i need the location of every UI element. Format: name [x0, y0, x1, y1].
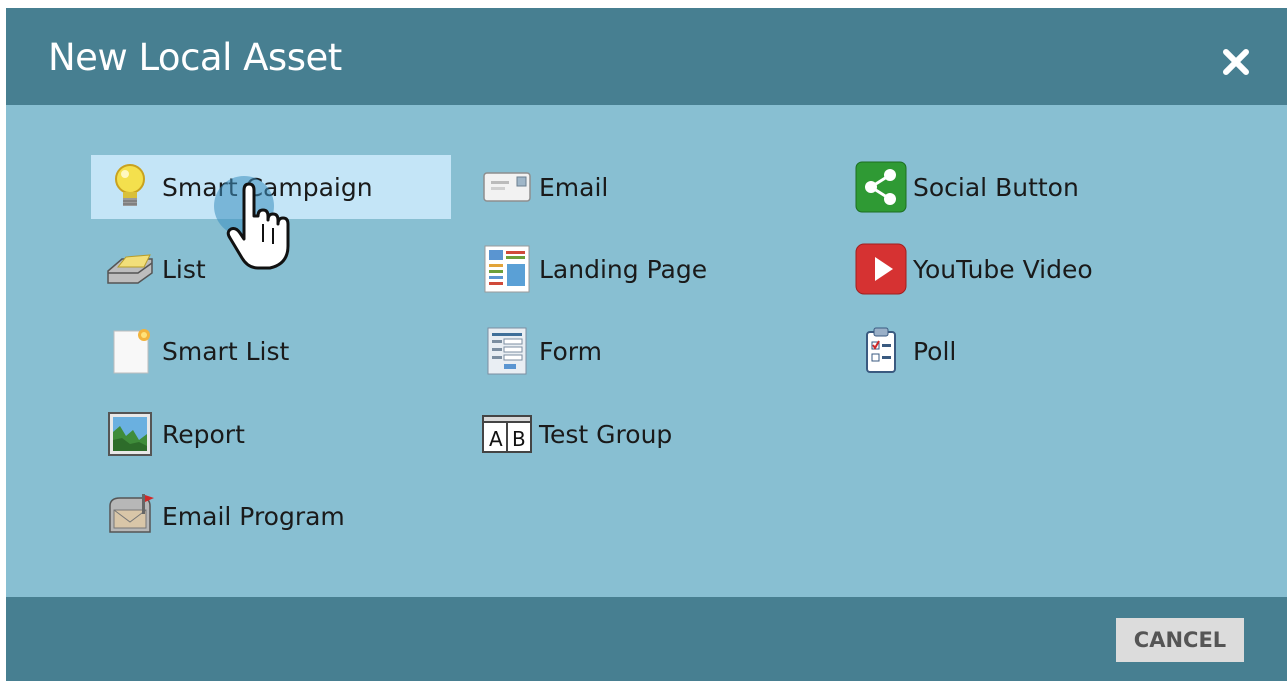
asset-item-test-group[interactable]: A B Test Group [468, 402, 828, 466]
close-icon[interactable] [1218, 44, 1254, 80]
asset-label: Social Button [913, 172, 1079, 202]
asset-label: Email Program [162, 501, 345, 531]
svg-text:B: B [512, 427, 526, 451]
form-icon [481, 325, 533, 377]
asset-item-report[interactable]: Report [91, 402, 451, 466]
dialog-header: New Local Asset [6, 8, 1287, 105]
asset-label: Test Group [539, 419, 673, 449]
share-icon [855, 161, 907, 213]
cancel-button[interactable]: CANCEL [1116, 618, 1244, 662]
report-chart-icon [104, 408, 156, 460]
list-tray-icon [104, 243, 156, 295]
asset-item-poll[interactable]: Poll [842, 319, 1202, 383]
asset-item-smart-campaign[interactable]: Smart Campaign [91, 155, 451, 219]
asset-label: Email [539, 172, 609, 202]
mailbox-icon [104, 490, 156, 542]
new-local-asset-dialog: New Local Asset Smart Campaign List Smar… [6, 8, 1287, 681]
asset-item-list[interactable]: List [91, 237, 451, 301]
lightbulb-icon [104, 161, 156, 213]
asset-item-email-program[interactable]: Email Program [91, 484, 451, 548]
asset-label: List [162, 254, 206, 284]
asset-item-form[interactable]: Form [468, 319, 828, 383]
dialog-title: New Local Asset [48, 36, 342, 79]
smart-list-icon [104, 325, 156, 377]
ab-test-icon: A B [481, 408, 533, 460]
envelope-icon [481, 161, 533, 213]
asset-item-youtube-video[interactable]: YouTube Video [842, 237, 1202, 301]
asset-label: Smart Campaign [162, 172, 373, 202]
asset-label: Landing Page [539, 254, 708, 284]
asset-label: Poll [913, 336, 957, 366]
asset-item-email[interactable]: Email [468, 155, 828, 219]
asset-item-landing-page[interactable]: Landing Page [468, 237, 828, 301]
clipboard-poll-icon [855, 325, 907, 377]
asset-item-social-button[interactable]: Social Button [842, 155, 1202, 219]
asset-item-smart-list[interactable]: Smart List [91, 319, 451, 383]
svg-text:A: A [489, 427, 503, 451]
asset-label: Form [539, 336, 602, 366]
asset-label: Report [162, 419, 245, 449]
asset-label: Smart List [162, 336, 290, 366]
youtube-play-icon [855, 243, 907, 295]
dialog-footer: CANCEL [6, 597, 1287, 681]
asset-label: YouTube Video [913, 254, 1093, 284]
landing-page-icon [481, 243, 533, 295]
